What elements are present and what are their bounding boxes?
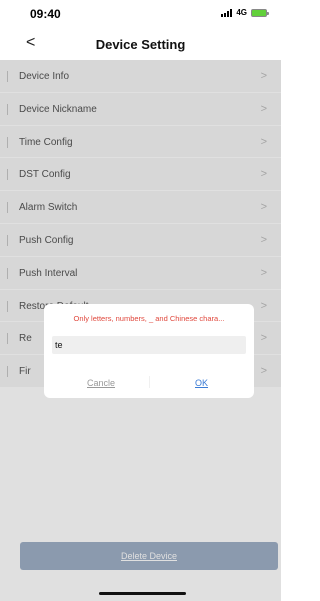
button-divider bbox=[149, 376, 150, 388]
status-time: 09:40 bbox=[30, 7, 61, 21]
battery-icon bbox=[251, 8, 269, 17]
rename-dialog: Only letters, numbers, _ and Chinese cha… bbox=[44, 304, 254, 398]
nav-bar: < Device Setting bbox=[0, 28, 281, 60]
ok-button[interactable]: OK bbox=[195, 378, 208, 388]
status-bar: 09:40 4G bbox=[0, 0, 281, 28]
signal-icon bbox=[221, 8, 233, 17]
status-indicators: 4G bbox=[221, 8, 269, 17]
nickname-input[interactable] bbox=[52, 336, 246, 354]
home-indicator bbox=[99, 592, 186, 595]
page-title: Device Setting bbox=[95, 37, 186, 52]
network-type: 4G bbox=[236, 8, 247, 17]
validation-message: Only letters, numbers, _ and Chinese cha… bbox=[73, 314, 225, 323]
cancel-button[interactable]: Cancle bbox=[87, 378, 115, 388]
